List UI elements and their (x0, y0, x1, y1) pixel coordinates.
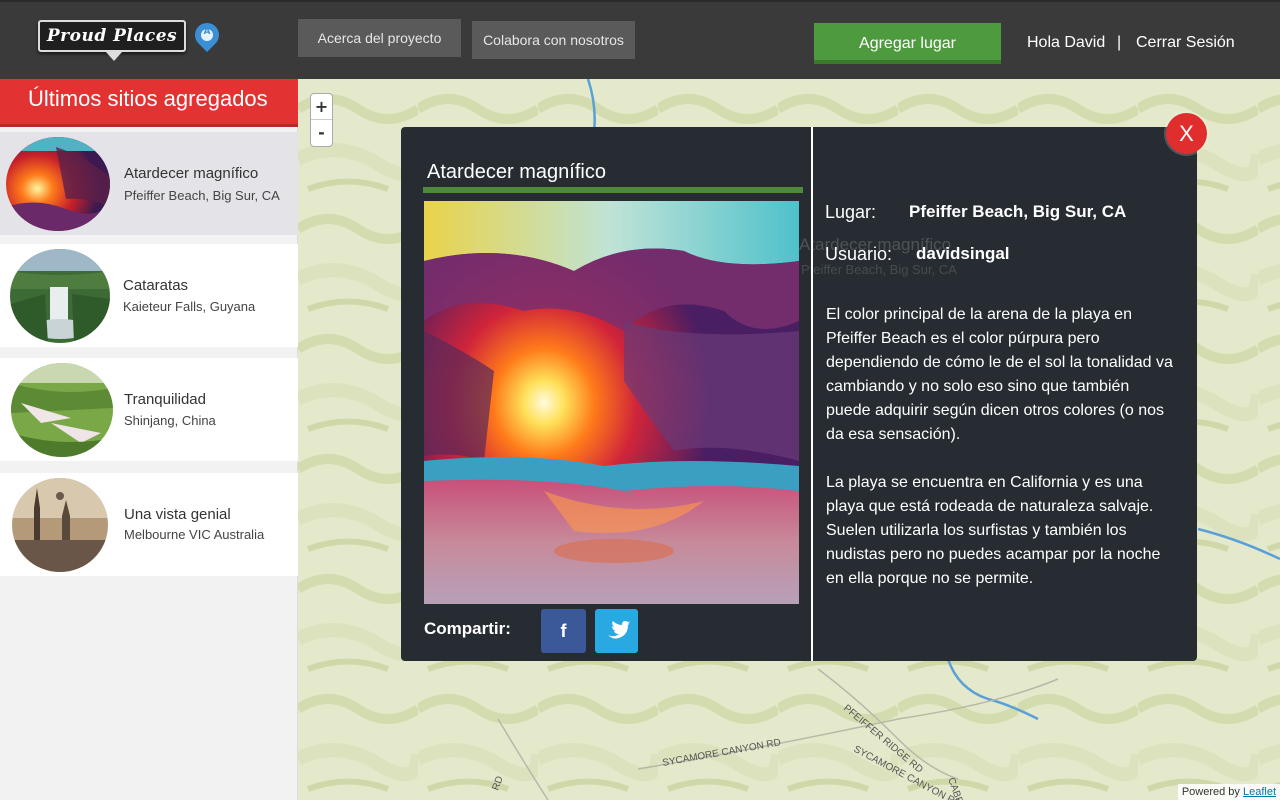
facebook-share-button[interactable]: f (541, 609, 586, 653)
collaborate-button[interactable]: Colabora con nosotros (472, 21, 635, 59)
zoom-out-button[interactable]: - (311, 120, 332, 146)
place-location: Melbourne VIC Australia (124, 527, 265, 542)
user-label: Usuario: (825, 244, 893, 264)
place-title: Tranquilidad (124, 391, 206, 408)
facebook-icon: f (560, 621, 567, 641)
place-thumbnail[interactable] (11, 363, 113, 457)
place-title: Una vista genial (124, 506, 231, 523)
logo[interactable]: Proud Places (38, 20, 186, 61)
list-item[interactable]: Tranquilidad Shinjang, China (0, 358, 298, 461)
zoom-control: + - (310, 93, 333, 147)
close-modal-button[interactable]: X (1166, 113, 1207, 154)
about-project-button[interactable]: Acerca del proyecto (298, 19, 461, 57)
pin-letter: A (203, 27, 211, 37)
attribution-prefix: Powered by (1181, 786, 1240, 798)
user-greeting[interactable]: Hola David (1027, 34, 1105, 52)
modal-title-underline (423, 187, 803, 193)
place-description: El color principal de la arena de la pla… (826, 303, 1176, 591)
sidebar-title: Últimos sitios agregados (0, 79, 298, 127)
place-thumbnail[interactable] (6, 137, 110, 231)
share-label: Compartir: (424, 619, 511, 638)
place-thumbnail[interactable] (12, 478, 108, 572)
add-place-button[interactable]: Agregar lugar (814, 23, 1001, 64)
place-location: Kaieteur Falls, Guyana (123, 299, 256, 314)
description-paragraph: La playa se encuentra en California y es… (826, 474, 1161, 587)
header-separator: | (1117, 34, 1122, 51)
place-value: Pfeiffer Beach, Big Sur, CA (909, 202, 1127, 221)
list-item[interactable]: Atardecer magnífico Pfeiffer Beach, Big … (0, 132, 298, 235)
description-paragraph: El color principal de la arena de la pla… (826, 306, 1173, 443)
place-location: Shinjang, China (124, 413, 216, 428)
top-header: Proud Places A Acerca del proyecto Colab… (0, 0, 1280, 79)
user-value[interactable]: davidsingal (916, 244, 1010, 264)
place-label: Lugar: (825, 202, 877, 222)
place-location: Pfeiffer Beach, Big Sur, CA (124, 188, 280, 203)
place-detail-modal: Atardecer magnífico Compartir: f Atardec… (401, 127, 1197, 661)
recent-places-sidebar: Últimos sitios agregados Atardecer magní… (0, 79, 298, 800)
place-thumbnail[interactable] (10, 249, 110, 343)
twitter-icon (608, 621, 630, 639)
list-item[interactable]: Cataratas Kaieteur Falls, Guyana (0, 244, 298, 347)
leaflet-link[interactable]: Leaflet (1243, 786, 1276, 798)
logo-text: Proud Places (46, 26, 178, 46)
modal-divider (811, 127, 813, 661)
place-title: Cataratas (123, 277, 189, 294)
place-title: Atardecer magnífico (124, 165, 259, 182)
modal-title: Atardecer magnífico (427, 161, 606, 183)
logout-link[interactable]: Cerrar Sesión (1136, 34, 1235, 52)
map-attribution: Powered by Leaflet (1177, 784, 1280, 800)
list-item[interactable]: Una vista genial Melbourne VIC Australia (0, 473, 298, 576)
place-photo (424, 201, 799, 604)
logo-pointer (106, 52, 122, 61)
twitter-share-button[interactable] (595, 609, 638, 653)
zoom-in-button[interactable]: + (311, 94, 332, 120)
